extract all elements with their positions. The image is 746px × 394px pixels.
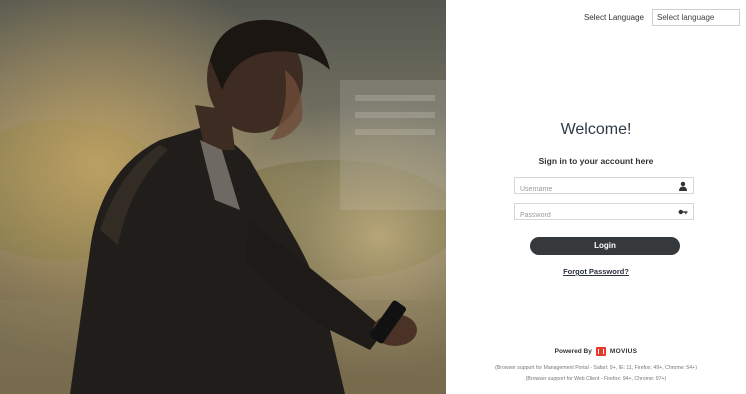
language-select[interactable]: Select language (652, 9, 740, 26)
browser-support-management: (Browser support for Management Portal -… (495, 365, 697, 371)
login-page: Select Language Select language Welcome!… (0, 0, 746, 394)
page-title: Welcome! (560, 121, 632, 138)
brand-name: MOVIUS (609, 348, 638, 355)
language-label: Select Language (583, 13, 644, 22)
password-field-wrapper (514, 203, 694, 223)
movius-logo-icon (595, 347, 606, 356)
hero-illustration (0, 0, 446, 394)
browser-support-web: (Browser support for Web Client - Firefo… (525, 376, 667, 382)
powered-by-label: Powered By (554, 348, 592, 355)
login-button[interactable]: Login (530, 237, 680, 255)
page-subtitle: Sign in to your account here (538, 156, 654, 166)
user-icon (679, 181, 687, 191)
language-bar: Select Language Select language (584, 9, 740, 26)
password-input[interactable] (515, 208, 670, 223)
powered-by: Powered By MOVIUS (446, 347, 746, 356)
hero-image (0, 0, 446, 394)
key-icon (678, 209, 688, 215)
username-input[interactable] (515, 182, 670, 197)
username-field-wrapper (514, 177, 694, 197)
login-panel: Select Language Select language Welcome!… (446, 0, 746, 394)
forgot-password-link[interactable]: Forgot Password? (446, 267, 746, 276)
